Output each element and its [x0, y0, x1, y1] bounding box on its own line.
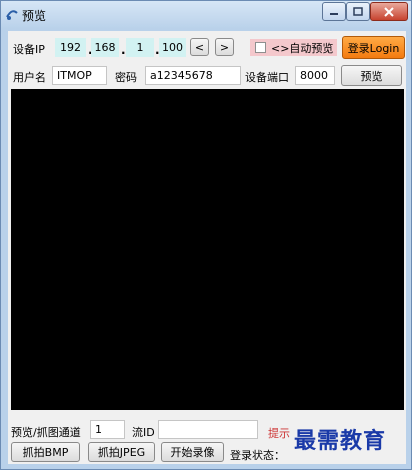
port-label: 设备端口: [245, 71, 289, 84]
auto-preview-label: <>自动预览: [271, 41, 334, 55]
close-button[interactable]: [370, 2, 408, 21]
username-label: 用户名: [13, 71, 46, 84]
password-label: 密码: [115, 71, 137, 84]
preview-window: 预览 设备IP 192 . 168 . 1 . 100 < > <>自动预览 登…: [0, 0, 412, 470]
auto-preview-checkbox[interactable]: [255, 42, 266, 53]
capture-bmp-button[interactable]: 抓拍BMP: [11, 442, 80, 462]
stream-id-label: 流ID: [132, 426, 155, 439]
title-bar[interactable]: 预览: [1, 1, 411, 29]
video-display[interactable]: [11, 89, 404, 410]
capture-jpeg-button[interactable]: 抓拍JPEG: [88, 442, 155, 462]
device-ip-label: 设备IP: [13, 43, 45, 56]
close-icon: [384, 6, 394, 17]
maximize-button[interactable]: [346, 2, 370, 21]
client-area: 设备IP 192 . 168 . 1 . 100 < > <>自动预览 登录Lo…: [8, 31, 406, 464]
username-field[interactable]: ITMOP: [52, 66, 107, 85]
channel-label: 预览/抓图通道: [11, 426, 81, 439]
channel-field[interactable]: 1: [90, 420, 125, 439]
ip-octet-3[interactable]: 1: [126, 38, 154, 57]
ip-prev-button[interactable]: <: [190, 38, 209, 56]
port-field[interactable]: 8000: [295, 66, 335, 85]
ip-octet-2[interactable]: 168: [91, 38, 119, 57]
ip-dot: .: [121, 43, 126, 57]
ip-next-button[interactable]: >: [215, 38, 234, 56]
auto-preview-toggle[interactable]: <>自动预览: [250, 39, 337, 56]
ip-octet-1[interactable]: 192: [55, 38, 86, 57]
login-button[interactable]: 登录Login: [342, 36, 405, 59]
preview-button[interactable]: 预览: [341, 65, 402, 86]
maximize-icon: [353, 7, 363, 16]
start-record-button[interactable]: 开始录像: [161, 442, 224, 462]
minimize-button[interactable]: [322, 2, 346, 21]
window-title: 预览: [22, 9, 47, 23]
watermark-text: 最需教育: [294, 428, 387, 454]
hint-label: 提示: [268, 427, 290, 440]
password-field[interactable]: a12345678: [145, 66, 241, 85]
app-icon: [6, 10, 18, 20]
minimize-icon: [330, 12, 338, 15]
stream-id-field[interactable]: [158, 420, 258, 439]
login-status-label: 登录状态：: [230, 449, 285, 462]
ip-octet-4[interactable]: 100: [159, 38, 186, 57]
